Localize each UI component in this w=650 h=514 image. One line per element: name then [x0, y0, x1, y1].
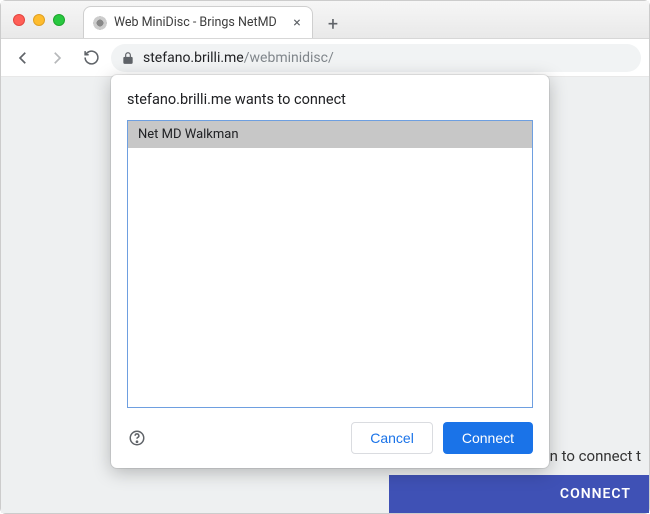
forward-button[interactable]: [43, 44, 71, 72]
minimize-window-button[interactable]: [33, 14, 45, 26]
cancel-button[interactable]: Cancel: [351, 422, 433, 454]
back-button[interactable]: [9, 44, 37, 72]
usb-device-dialog: stefano.brilli.me wants to connect Net M…: [111, 75, 549, 468]
new-tab-button[interactable]: +: [319, 10, 347, 38]
browser-toolbar: stefano.brilli.me/webminidisc/: [1, 39, 649, 77]
device-item[interactable]: Net MD Walkman: [128, 121, 532, 148]
close-window-button[interactable]: [13, 14, 25, 26]
tab-title: Web MiniDisc - Brings NetMD: [114, 15, 284, 30]
page-connect-label: CONNECT: [560, 486, 631, 502]
device-name: Net MD Walkman: [138, 127, 239, 142]
window-titlebar: Web MiniDisc - Brings NetMD × +: [1, 1, 649, 39]
browser-tab[interactable]: Web MiniDisc - Brings NetMD ×: [83, 6, 313, 38]
tab-close-icon[interactable]: ×: [290, 16, 304, 30]
connect-button[interactable]: Connect: [443, 422, 533, 454]
tab-strip: Web MiniDisc - Brings NetMD × +: [83, 1, 347, 38]
page-connect-button[interactable]: CONNECT: [389, 475, 649, 513]
cancel-label: Cancel: [370, 430, 414, 446]
dialog-footer: Cancel Connect: [127, 422, 533, 454]
page-hint-text: on to connect t: [541, 447, 641, 465]
maximize-window-button[interactable]: [53, 14, 65, 26]
connect-label: Connect: [462, 430, 514, 446]
device-list[interactable]: Net MD Walkman: [127, 120, 533, 408]
dialog-title: stefano.brilli.me wants to connect: [127, 91, 533, 108]
lock-icon: [121, 51, 135, 65]
favicon-icon: [92, 15, 108, 31]
help-icon[interactable]: [127, 428, 147, 448]
address-bar[interactable]: stefano.brilli.me/webminidisc/: [111, 44, 641, 72]
reload-button[interactable]: [77, 44, 105, 72]
traffic-lights: [1, 14, 65, 26]
url-path: /webminidisc/: [244, 50, 334, 66]
url-domain: stefano.brilli.me: [143, 50, 244, 66]
url-text: stefano.brilli.me/webminidisc/: [143, 50, 334, 66]
